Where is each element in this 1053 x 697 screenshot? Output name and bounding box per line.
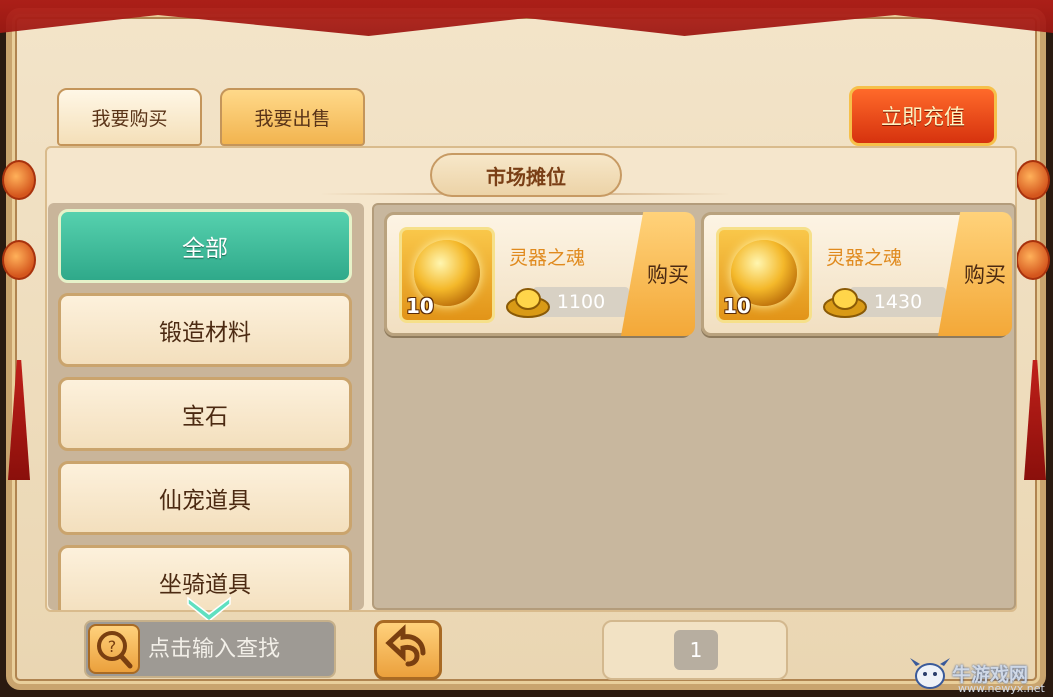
item-card[interactable]: 10 灵器之魂 1100 购买 bbox=[384, 212, 695, 336]
category-item-gems[interactable]: 宝石 bbox=[58, 377, 352, 451]
item-quantity: 10 bbox=[406, 294, 434, 318]
item-card[interactable]: 10 灵器之魂 1430 购买 bbox=[701, 212, 1012, 336]
gold-ingot-icon bbox=[823, 288, 867, 318]
category-list[interactable]: 全部 锻造材料 宝石 仙宠道具 坐骑道具 bbox=[48, 203, 364, 610]
tab-sell[interactable]: 我要出售 bbox=[220, 88, 365, 146]
lantern-right-decoration bbox=[1016, 240, 1050, 280]
gold-ingot-icon bbox=[506, 288, 550, 318]
watermark-url: www.newyx.net bbox=[958, 682, 1045, 695]
site-watermark: 牛游戏网 www.newyx.net bbox=[908, 650, 1053, 697]
page-number[interactable]: 1 bbox=[674, 630, 718, 670]
cow-logo-icon bbox=[910, 657, 950, 689]
svg-text:?: ? bbox=[108, 637, 117, 656]
golden-orb-icon: 10 bbox=[716, 227, 812, 323]
recharge-button[interactable]: 立即充值 bbox=[849, 86, 997, 146]
buy-button[interactable]: 购买 bbox=[938, 212, 1012, 336]
back-button[interactable] bbox=[374, 620, 442, 680]
search-box[interactable]: ? bbox=[84, 620, 336, 678]
category-item-pet-items[interactable]: 仙宠道具 bbox=[58, 461, 352, 535]
golden-orb-icon: 10 bbox=[399, 227, 495, 323]
buy-button[interactable]: 购买 bbox=[621, 212, 695, 336]
tab-buy[interactable]: 我要购买 bbox=[57, 88, 202, 146]
lantern-left-decoration bbox=[2, 160, 36, 200]
item-name: 灵器之魂 bbox=[509, 247, 586, 269]
category-item-forging-materials[interactable]: 锻造材料 bbox=[58, 293, 352, 367]
item-quantity: 10 bbox=[723, 294, 751, 318]
category-item-all[interactable]: 全部 bbox=[58, 209, 352, 283]
item-name: 灵器之魂 bbox=[826, 247, 903, 269]
lantern-left-decoration bbox=[2, 240, 36, 280]
chevron-down-icon[interactable] bbox=[186, 594, 232, 622]
lantern-right-decoration bbox=[1016, 160, 1050, 200]
search-input[interactable] bbox=[148, 630, 330, 668]
panel-title: 市场摊位 bbox=[430, 153, 622, 197]
back-arrow-icon bbox=[385, 624, 426, 667]
pagination: 1 bbox=[602, 620, 788, 680]
search-icon[interactable]: ? bbox=[88, 624, 140, 674]
